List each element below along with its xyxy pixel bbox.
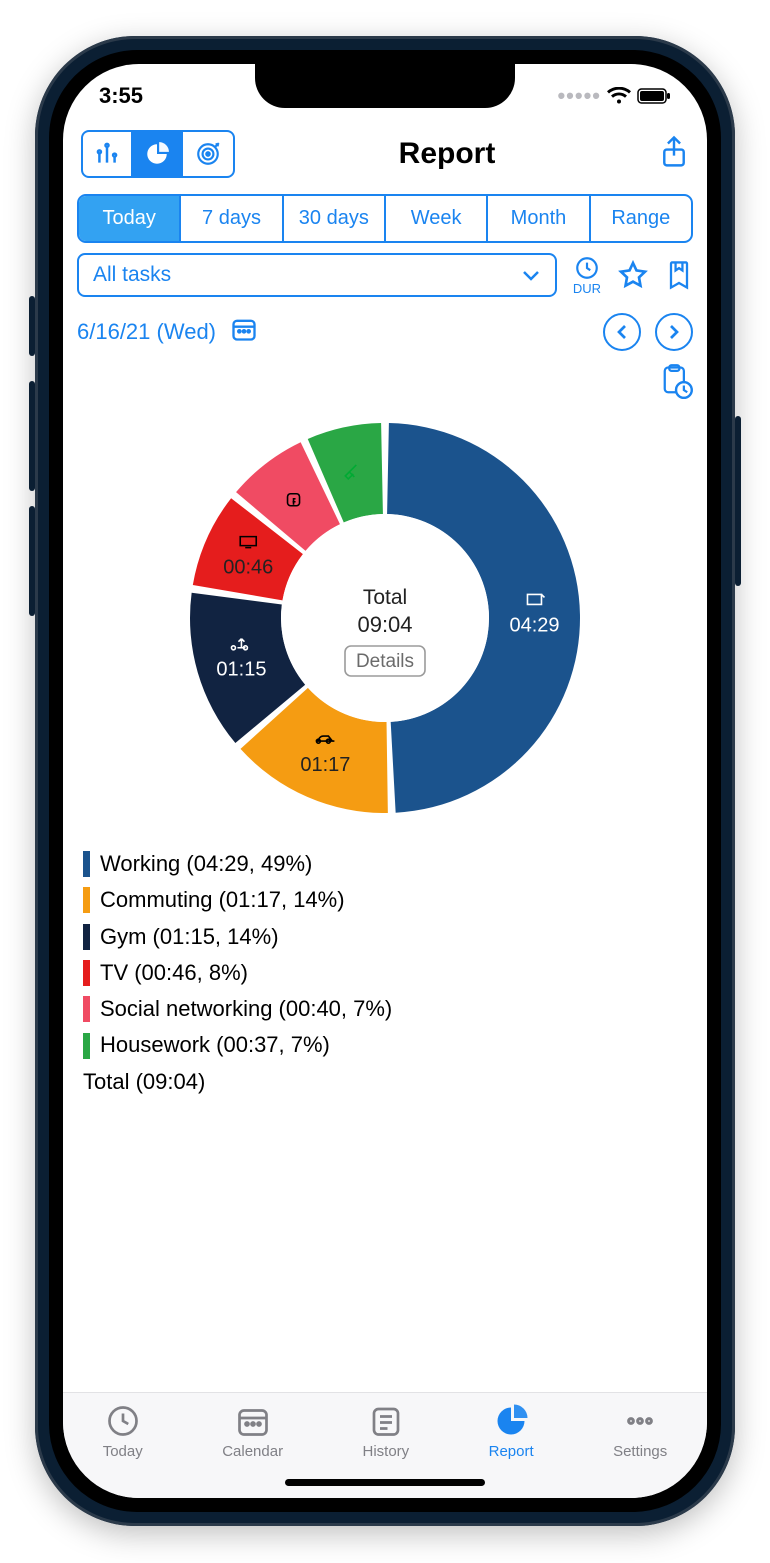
swatch — [83, 996, 90, 1022]
phone-frame: 3:55 ••••• Report — [35, 36, 735, 1526]
tab-label: History — [363, 1443, 410, 1460]
tab-label: Report — [489, 1443, 534, 1460]
swatch — [83, 851, 90, 877]
more-icon — [622, 1403, 658, 1439]
legend-item[interactable]: TV (00:46, 8%) — [83, 955, 687, 991]
legend-item[interactable]: Working (04:29, 49%) — [83, 846, 687, 882]
task-select[interactable]: All tasks — [77, 253, 557, 297]
list-icon — [368, 1403, 404, 1439]
svg-text:00:46: 00:46 — [223, 557, 273, 579]
favorite-button[interactable] — [617, 259, 649, 291]
wifi-icon — [607, 87, 631, 105]
clipboard-button[interactable] — [659, 363, 693, 404]
chart-legend: Working (04:29, 49%)Commuting (01:17, 14… — [63, 836, 707, 1100]
bar-chart-icon — [94, 141, 120, 167]
chart-total-label: Total — [363, 586, 407, 609]
legend-text: TV (00:46, 8%) — [100, 955, 248, 991]
legend-total: Total (09:04) — [83, 1064, 687, 1100]
tab-report[interactable]: Report — [489, 1403, 534, 1460]
status-time: 3:55 — [99, 83, 143, 109]
notch — [255, 64, 515, 108]
tab-calendar[interactable]: Calendar — [222, 1403, 283, 1460]
svg-text:01:15: 01:15 — [216, 659, 266, 681]
chart-total-value: 09:04 — [357, 612, 412, 637]
range-today[interactable]: Today — [79, 196, 181, 241]
view-target[interactable] — [183, 132, 233, 176]
donut-chart: Total 09:04 Details 04:29 01:17 01:15 00:46 — [63, 404, 707, 836]
range-month[interactable]: Month — [488, 196, 590, 241]
calendar-icon — [230, 315, 258, 343]
bookmark-icon — [665, 259, 693, 291]
battery-icon — [637, 88, 671, 104]
pie-chart-icon — [493, 1403, 529, 1439]
swatch — [83, 924, 90, 950]
star-icon — [617, 259, 649, 291]
range-tabs: Today 7 days 30 days Week Month Range — [77, 194, 693, 243]
clipboard-clock-icon — [659, 363, 693, 399]
duration-label: DUR — [573, 281, 601, 296]
svg-text:04:29: 04:29 — [509, 614, 559, 636]
calendar-icon — [235, 1403, 271, 1439]
legend-item[interactable]: Gym (01:15, 14%) — [83, 919, 687, 955]
range-30days[interactable]: 30 days — [284, 196, 386, 241]
legend-item[interactable]: Social networking (00:40, 7%) — [83, 991, 687, 1027]
legend-item[interactable]: Commuting (01:17, 14%) — [83, 882, 687, 918]
date-label[interactable]: 6/16/21 (Wed) — [77, 319, 216, 345]
chevron-left-icon — [615, 323, 629, 341]
clock-icon — [105, 1403, 141, 1439]
swatch — [83, 887, 90, 913]
prev-day-button[interactable] — [603, 313, 641, 351]
range-range[interactable]: Range — [591, 196, 691, 241]
tab-today[interactable]: Today — [103, 1403, 143, 1460]
tab-label: Calendar — [222, 1443, 283, 1460]
legend-item[interactable]: Housework (00:37, 7%) — [83, 1027, 687, 1063]
legend-text: Housework (00:37, 7%) — [100, 1027, 330, 1063]
chevron-down-icon — [521, 268, 541, 282]
swatch — [83, 960, 90, 986]
chevron-right-icon — [667, 323, 681, 341]
svg-text:Details: Details — [356, 651, 414, 672]
page-title: Report — [399, 137, 496, 171]
tab-label: Settings — [613, 1443, 667, 1460]
view-bar-chart[interactable] — [83, 132, 133, 176]
range-7days[interactable]: 7 days — [181, 196, 283, 241]
legend-total-text: Total (09:04) — [83, 1064, 205, 1100]
pie-chart-icon — [144, 141, 170, 167]
task-select-label: All tasks — [93, 263, 171, 287]
next-day-button[interactable] — [655, 313, 693, 351]
target-icon — [195, 141, 221, 167]
home-indicator — [285, 1479, 485, 1486]
more-dots-icon: ••••• — [557, 83, 601, 109]
clock-icon — [574, 255, 600, 281]
legend-text: Commuting (01:17, 14%) — [100, 882, 345, 918]
share-icon — [659, 135, 689, 169]
calendar-picker-button[interactable] — [230, 315, 258, 349]
tab-label: Today — [103, 1443, 143, 1460]
tab-history[interactable]: History — [363, 1403, 410, 1460]
duration-toggle[interactable]: DUR — [573, 255, 601, 296]
tab-settings[interactable]: Settings — [613, 1403, 667, 1460]
range-week[interactable]: Week — [386, 196, 488, 241]
chart-details-button[interactable]: Details — [345, 646, 425, 676]
legend-text: Working (04:29, 49%) — [100, 846, 312, 882]
view-toggle — [81, 130, 235, 178]
legend-text: Gym (01:15, 14%) — [100, 919, 279, 955]
view-pie-chart[interactable] — [133, 132, 183, 176]
swatch — [83, 1033, 90, 1059]
share-button[interactable] — [659, 135, 689, 174]
legend-text: Social networking (00:40, 7%) — [100, 991, 392, 1027]
bookmark-button[interactable] — [665, 259, 693, 291]
svg-text:01:17: 01:17 — [300, 754, 350, 776]
